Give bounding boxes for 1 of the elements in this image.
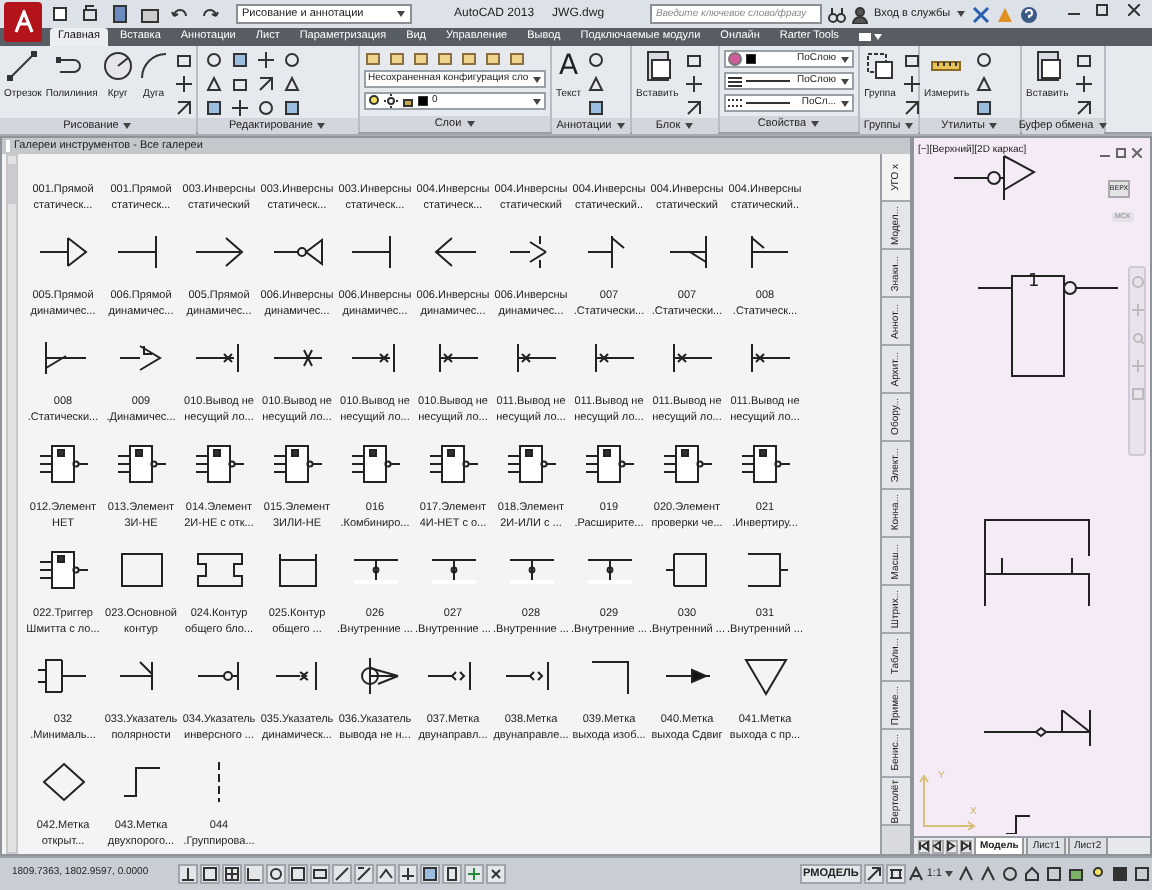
text-tool-icon: A [559, 50, 579, 82]
